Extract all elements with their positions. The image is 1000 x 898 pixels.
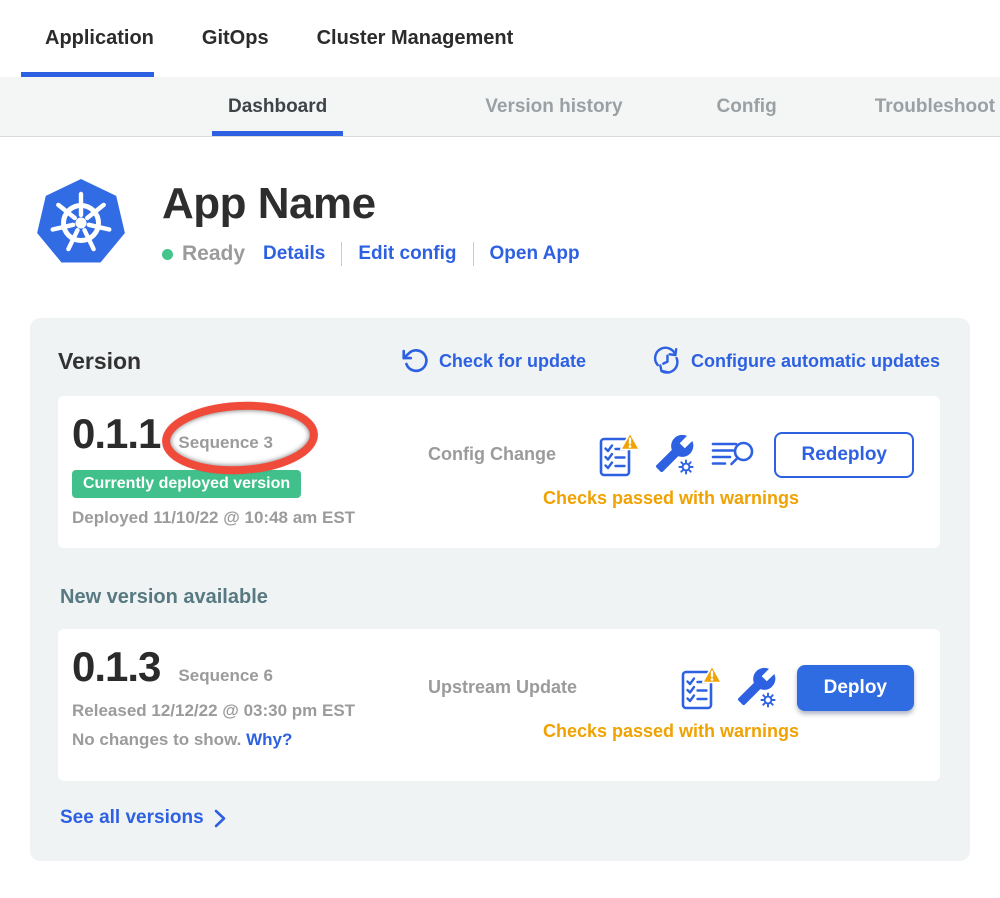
deployed-badge: Currently deployed version xyxy=(72,470,301,498)
status-text: Ready xyxy=(182,242,245,266)
check-icons xyxy=(598,432,756,478)
current-version-number: 0.1.1 xyxy=(72,410,160,458)
released-timestamp: Released 12/12/22 @ 03:30 pm EST xyxy=(72,701,428,721)
version-heading: Version xyxy=(58,348,141,375)
config-wrench-gear-icon[interactable] xyxy=(735,665,779,711)
tab-config[interactable]: Config xyxy=(701,77,793,136)
tab-version-history-label: Version history xyxy=(485,96,622,118)
warning-triangle-icon xyxy=(702,666,721,683)
tab-cluster-management[interactable]: Cluster Management xyxy=(293,0,538,77)
configure-auto-updates-label: Configure automatic updates xyxy=(691,351,940,372)
tab-version-history[interactable]: Version history xyxy=(469,77,638,136)
tab-gitops[interactable]: GitOps xyxy=(178,0,293,77)
config-wrench-gear-icon[interactable] xyxy=(653,432,697,478)
why-link[interactable]: Why? xyxy=(246,730,292,749)
deploy-button[interactable]: Deploy xyxy=(797,665,914,711)
no-changes-text: No changes to show. xyxy=(72,730,241,749)
divider xyxy=(341,242,342,266)
active-tab-underline xyxy=(21,72,154,77)
change-type-label: Config Change xyxy=(428,444,556,465)
status-row: Ready Details Edit config Open App xyxy=(162,242,580,266)
open-app-link[interactable]: Open App xyxy=(490,243,580,265)
details-link[interactable]: Details xyxy=(263,243,325,265)
page-title: App Name xyxy=(162,180,580,228)
version-panel: Version Check for update xyxy=(30,318,970,861)
check-icons xyxy=(680,665,779,711)
available-version-card: 0.1.3 Sequence 6 Released 12/12/22 @ 03:… xyxy=(58,629,940,781)
app-header: App Name Ready Details Edit config Open … xyxy=(36,178,1000,268)
current-version-info: 0.1.1 Sequence 3 Currently deployed vers… xyxy=(72,408,428,528)
deployed-timestamp: Deployed 11/10/22 @ 10:48 am EST xyxy=(72,508,428,528)
change-type-label: Upstream Update xyxy=(428,677,577,698)
current-version-sequence: Sequence 3 xyxy=(178,433,273,453)
available-version-actions: Upstream Update xyxy=(428,665,914,742)
primary-nav: Application GitOps Cluster Management xyxy=(0,0,1000,77)
tab-dashboard-label: Dashboard xyxy=(228,96,327,118)
preflight-checklist-icon[interactable] xyxy=(598,432,640,478)
warning-triangle-icon xyxy=(621,433,640,450)
tab-troubleshoot-label: Troubleshoot xyxy=(875,96,995,118)
edit-config-link[interactable]: Edit config xyxy=(358,243,456,265)
configure-auto-updates-button[interactable]: Configure automatic updates xyxy=(652,346,940,376)
preflight-checklist-icon[interactable] xyxy=(680,665,722,711)
tab-troubleshoot[interactable]: Troubleshoot xyxy=(859,77,1000,136)
check-for-update-button[interactable]: Check for update xyxy=(402,347,586,375)
version-actions: Check for update Configure automatic upd… xyxy=(402,346,940,376)
available-version-info: 0.1.3 Sequence 6 Released 12/12/22 @ 03:… xyxy=(72,641,428,750)
redeploy-button[interactable]: Redeploy xyxy=(774,432,914,478)
version-panel-header: Version Check for update xyxy=(58,346,940,376)
see-all-versions-link[interactable]: See all versions xyxy=(60,807,226,829)
tab-config-label: Config xyxy=(717,96,777,118)
available-version-number: 0.1.3 xyxy=(72,643,160,691)
tab-gitops-label: GitOps xyxy=(202,27,269,50)
check-for-update-label: Check for update xyxy=(439,351,586,372)
logs-search-icon[interactable] xyxy=(710,437,756,473)
checks-status-current: Checks passed with warnings xyxy=(428,488,914,509)
active-subtab-underline xyxy=(212,131,343,136)
current-version-actions: Config Change xyxy=(428,432,914,509)
tab-cluster-management-label: Cluster Management xyxy=(317,27,514,50)
refresh-icon xyxy=(402,347,430,375)
new-version-heading: New version available xyxy=(60,586,940,609)
auto-update-clock-icon xyxy=(652,346,682,376)
tab-application[interactable]: Application xyxy=(21,0,178,77)
tab-application-label: Application xyxy=(45,27,154,50)
see-all-versions-label: See all versions xyxy=(60,807,204,829)
available-version-sequence: Sequence 6 xyxy=(178,666,273,686)
divider xyxy=(473,242,474,266)
checks-status-available: Checks passed with warnings xyxy=(428,721,914,742)
kubernetes-logo xyxy=(36,178,126,268)
status-dot xyxy=(162,249,173,260)
chevron-right-icon xyxy=(214,809,226,828)
app-window: Application GitOps Cluster Management Da… xyxy=(0,0,1000,898)
app-section-nav: Dashboard Version history Config Trouble… xyxy=(0,77,1000,137)
current-version-card: 0.1.1 Sequence 3 Currently deployed vers… xyxy=(58,396,940,548)
tab-dashboard[interactable]: Dashboard xyxy=(212,77,343,136)
